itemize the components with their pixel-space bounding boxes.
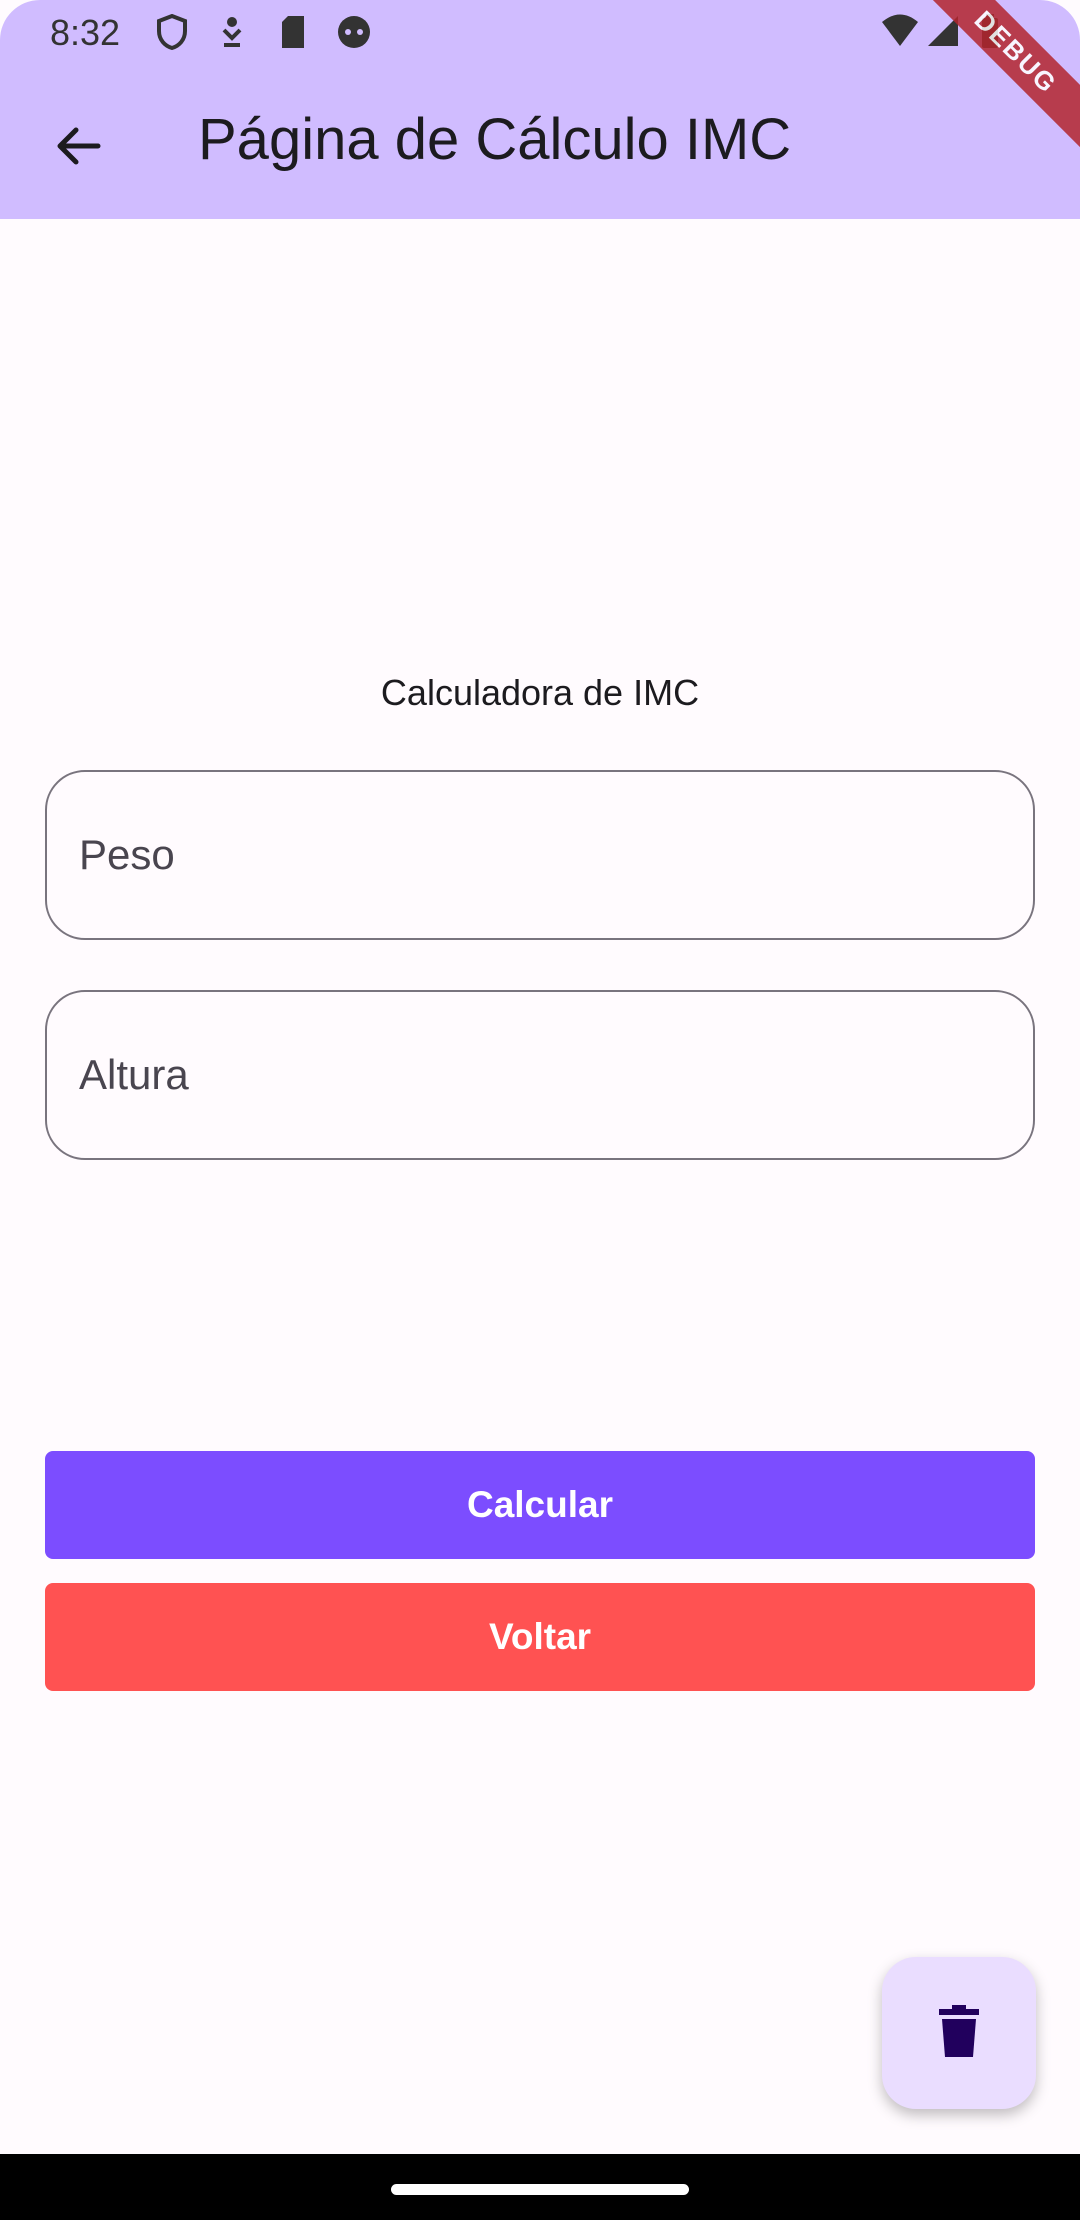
status-time: 8:32 [50, 12, 121, 53]
altura-field[interactable] [45, 990, 1035, 1160]
peso-field[interactable] [45, 770, 1035, 940]
calculator-heading: Calculadora de IMC [380, 672, 700, 713]
system-nav-bar [0, 2154, 1080, 2220]
clear-fab[interactable] [882, 1957, 1036, 2109]
android-face-icon [336, 14, 372, 55]
trash-icon [939, 2004, 979, 2062]
calcular-button[interactable]: Calcular [45, 1451, 1035, 1559]
download-icon [218, 14, 246, 55]
peso-input[interactable] [47, 772, 1033, 938]
page-title: Página de Cálculo IMC [198, 107, 792, 172]
back-button[interactable] [40, 110, 116, 186]
voltar-button[interactable]: Voltar [45, 1583, 1035, 1691]
status-bar: 8:32 [0, 0, 1080, 66]
arrow-back-icon [52, 120, 104, 177]
wifi-icon [880, 14, 920, 53]
sd-card-icon [278, 14, 308, 55]
top-app-bar: 8:32 Página de Cálculo IMC DEBUG [0, 0, 1080, 219]
altura-input[interactable] [47, 992, 1033, 1158]
home-gesture-handle[interactable] [391, 2184, 689, 2195]
shield-icon [156, 13, 188, 55]
